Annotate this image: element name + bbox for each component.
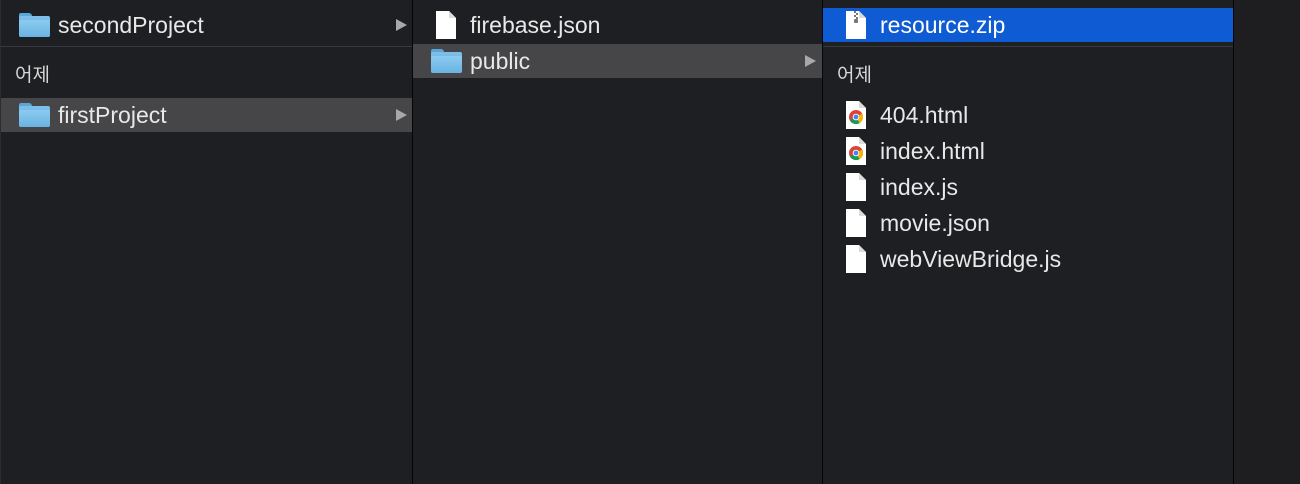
list-item-firebase-json[interactable]: firebase.json [413, 8, 822, 42]
list-item-index-js[interactable]: index.js [823, 170, 1233, 204]
document-icon [429, 8, 463, 42]
item-label: webViewBridge.js [880, 246, 1062, 272]
folder-icon [17, 8, 51, 42]
list-item-public[interactable]: public [413, 44, 822, 78]
item-label: secondProject [58, 12, 204, 38]
document-icon [839, 206, 873, 240]
list-item-resource-zip[interactable]: resource.zip [823, 8, 1233, 42]
group-header-yesterday: 어제 [837, 65, 872, 86]
list-item-secondProject[interactable]: secondProject [1, 8, 413, 42]
item-label: firebase.json [470, 12, 601, 38]
column-2[interactable]: firebase.json public [413, 0, 822, 484]
disclosure-arrow-icon [396, 19, 407, 31]
folder-icon [17, 98, 51, 132]
item-label: firstProject [58, 102, 167, 128]
document-icon [839, 170, 873, 204]
list-item-firstProject[interactable]: firstProject [1, 98, 413, 132]
list-item-404-html[interactable]: 404.html [823, 98, 1233, 132]
empty-column[interactable] [1234, 0, 1300, 484]
item-label: index.html [880, 138, 985, 164]
chrome-html-icon [839, 134, 873, 168]
finder-column-browser: secondProject 어제 firstProject firebase.j… [0, 0, 1300, 484]
item-label: index.js [880, 174, 958, 200]
folder-icon [429, 44, 463, 78]
group-divider [823, 46, 1233, 47]
document-icon [839, 242, 873, 276]
zip-archive-icon [839, 8, 873, 42]
item-label: 404.html [880, 102, 969, 128]
item-label: movie.json [880, 210, 990, 236]
group-header-yesterday: 어제 [15, 65, 50, 86]
disclosure-arrow-icon [396, 109, 407, 121]
column-3[interactable]: resource.zip 어제 404.html index.html inde… [823, 0, 1233, 484]
group-divider [1, 46, 413, 47]
list-item-movie-json[interactable]: movie.json [823, 206, 1233, 240]
list-item-index-html[interactable]: index.html [823, 134, 1233, 168]
disclosure-arrow-icon [805, 55, 816, 67]
column-1[interactable]: secondProject 어제 firstProject [0, 0, 413, 484]
chrome-html-icon [839, 98, 873, 132]
item-label: resource.zip [880, 12, 1006, 38]
item-label: public [470, 48, 531, 74]
list-item-webViewBridge-js[interactable]: webViewBridge.js [823, 242, 1233, 276]
